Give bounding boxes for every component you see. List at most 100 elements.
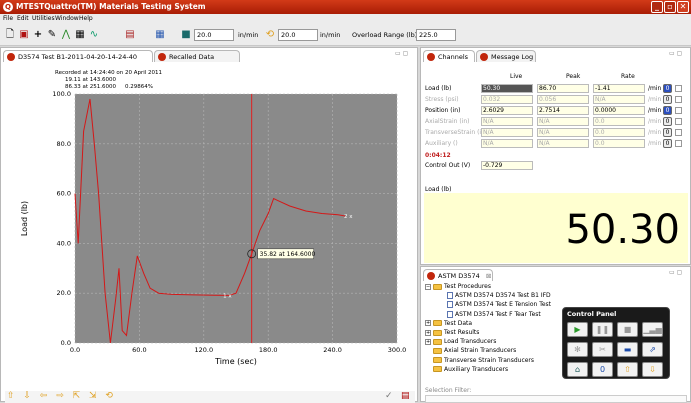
channel-peak-value[interactable]: N/A	[537, 117, 589, 126]
expand-icon[interactable]: +	[425, 329, 431, 336]
pause-button[interactable]: ❚❚	[592, 322, 613, 337]
channel-checkbox[interactable]	[675, 96, 682, 103]
zero-channel-icon[interactable]: 0	[663, 139, 672, 148]
zero-button[interactable]: 0	[592, 362, 613, 377]
close-tab-icon[interactable]: ⊠	[486, 272, 491, 280]
document-icon	[447, 301, 453, 309]
tab-message-log[interactable]: Message Log	[476, 50, 536, 62]
stop-button[interactable]: ■	[617, 322, 638, 337]
tree-item[interactable]: + Load Transducers	[425, 338, 496, 345]
channel-checkbox[interactable]	[675, 107, 682, 114]
start-button[interactable]: ▶	[567, 322, 588, 337]
overload-input[interactable]: 225.0	[416, 29, 456, 41]
menu-utilities[interactable]: Utilities	[32, 15, 55, 22]
tab-data-plot[interactable]: D3574 Test B1-2011-04-20-14-24-40 Data P…	[3, 50, 153, 73]
channel-peak-value[interactable]: 2.7514	[537, 106, 589, 115]
channel-label: Position (in)	[425, 107, 461, 114]
signal-level-button[interactable]: ▁▃▅	[642, 322, 663, 337]
selection-filter-label: Selection Filter:	[425, 387, 472, 394]
menu-edit[interactable]: Edit	[17, 15, 29, 22]
tab-astm-d3574[interactable]: ASTM D3574 ⊠	[423, 269, 493, 281]
channel-label: Auxiliary ()	[425, 140, 458, 147]
tree-item[interactable]: ASTM D3574 Test E Tension Test	[439, 301, 551, 309]
y-tick-label: 100.0	[52, 90, 71, 98]
check-icon[interactable]: ✓	[385, 391, 393, 401]
add-icon[interactable]: +	[32, 29, 44, 41]
channel-rate-value: 0.0	[593, 139, 645, 148]
channel-checkbox[interactable]	[675, 118, 682, 125]
tare-button[interactable]: ✂	[592, 342, 613, 357]
tree-item[interactable]: + Test Results	[425, 329, 479, 336]
open-icon[interactable]: ▣	[18, 29, 30, 41]
channel-checkbox[interactable]	[675, 129, 682, 136]
y-tick-label: 80.0	[57, 140, 71, 148]
tree-item[interactable]: − Test Procedures	[425, 283, 491, 290]
document-icon	[447, 292, 453, 300]
tab-channels[interactable]: Channels	[423, 50, 475, 62]
expand-icon[interactable]: +	[425, 338, 431, 345]
panel-minmax-icon[interactable]: ▭ ▢	[669, 50, 682, 57]
channel-checkbox[interactable]	[675, 140, 682, 147]
rate-input[interactable]: 20.0	[194, 29, 234, 41]
channel-peak-value[interactable]: N/A	[537, 139, 589, 148]
menu-window[interactable]: Window	[55, 15, 79, 22]
tab-recalled-procedure[interactable]: Recalled Data Procedure	[154, 50, 240, 73]
zero-channel-icon[interactable]: 0	[663, 106, 672, 115]
panel-minmax-icon[interactable]: ▭ ▢	[395, 50, 408, 57]
channel-row: Auxiliary () N/A N/A 0.0/min 0	[421, 139, 691, 149]
maximize-button[interactable]: ▫	[664, 1, 676, 13]
panel-minmax-icon[interactable]: ▭ ▢	[669, 269, 682, 276]
quattro-tab-icon	[480, 53, 488, 61]
load-time-chart[interactable]: 0.0 60.0 120.0 180.0 240.0 300.0 0.0 20.0 40.0 60…	[5, 64, 415, 391]
channel-label: Stress (psi)	[425, 96, 459, 103]
channel-row: Position (in) 2.6029 2.7514 0.0000/min 0	[421, 106, 691, 116]
channel-peak-value[interactable]: 0.056	[537, 95, 589, 104]
position-button[interactable]: ▬	[617, 342, 638, 357]
crosshead-icon[interactable]: ■	[180, 29, 192, 41]
table-icon[interactable]: ▦	[74, 29, 86, 41]
elapsed-time: 0:04:12	[425, 152, 451, 159]
app-logo-icon: Q	[3, 2, 13, 12]
jog-up-button[interactable]: ⇧	[617, 362, 638, 377]
snowflake-button[interactable]: ✻	[567, 342, 588, 357]
menu-help[interactable]: Help	[79, 15, 93, 22]
grid-icon[interactable]: ▦	[154, 29, 166, 41]
channel-rate-unit: /min	[648, 129, 662, 136]
zero-channel-icon[interactable]: 0	[663, 117, 672, 126]
tree-item[interactable]: Auxiliary Transducers	[425, 366, 508, 373]
close-button[interactable]: ✕	[677, 1, 689, 13]
crosshead-button[interactable]: ⇗	[642, 342, 663, 357]
report-icon[interactable]: ▤	[124, 29, 136, 41]
plot-area[interactable]: 0.0 60.0 120.0 180.0 240.0 300.0 0.0 20.0 40.0 60…	[5, 64, 415, 391]
jog-down-button[interactable]: ⇩	[642, 362, 663, 377]
jog-rate-input[interactable]: 20.0	[278, 29, 318, 41]
expand-icon[interactable]: +	[425, 320, 431, 327]
channel-checkbox[interactable]	[675, 85, 682, 92]
control-out-label: Control Out (V)	[425, 162, 471, 169]
tree-item[interactable]: Axial Strain Transducers	[425, 347, 516, 354]
graph-icon[interactable]: ⋀	[60, 29, 72, 41]
new-document-icon[interactable]: 🗋	[4, 29, 16, 41]
channel-peak-value[interactable]: N/A	[537, 128, 589, 137]
edit-icon[interactable]: ✎	[46, 29, 58, 41]
pan-zoom-icons[interactable]: ⇧ ⇩ ⇦ ⇨ ⇱ ⇲ ⟲	[7, 391, 116, 401]
tree-item[interactable]: + Test Data	[425, 320, 472, 327]
jog-icon[interactable]: ⟲	[264, 29, 276, 41]
expand-icon[interactable]: −	[425, 283, 431, 290]
menu-file[interactable]: File	[3, 15, 13, 22]
home-button[interactable]: ⌂	[567, 362, 588, 377]
signal-icon[interactable]: ∿	[88, 29, 100, 41]
tree-item[interactable]: ASTM D3574 D3574 Test B1 IFD	[439, 292, 551, 300]
print-icon[interactable]: ▤	[401, 391, 410, 401]
channel-rate-unit: /min	[648, 96, 662, 103]
minimize-button[interactable]: _	[651, 1, 663, 13]
zero-channel-icon[interactable]: 0	[663, 84, 672, 93]
channel-peak-value[interactable]: 86.70	[537, 84, 589, 93]
zero-channel-icon[interactable]: 0	[663, 95, 672, 104]
zero-channel-icon[interactable]: 0	[663, 128, 672, 137]
tree-item[interactable]: Transverse Strain Transducers	[425, 357, 534, 364]
channel-rate-value: 0.0	[593, 128, 645, 137]
tree-item[interactable]: ASTM D3574 Test F Tear Test	[439, 310, 541, 318]
channel-row: AxialStrain (in) N/A N/A 0.0/min 0	[421, 117, 691, 127]
y-tick-label: 60.0	[57, 190, 71, 198]
